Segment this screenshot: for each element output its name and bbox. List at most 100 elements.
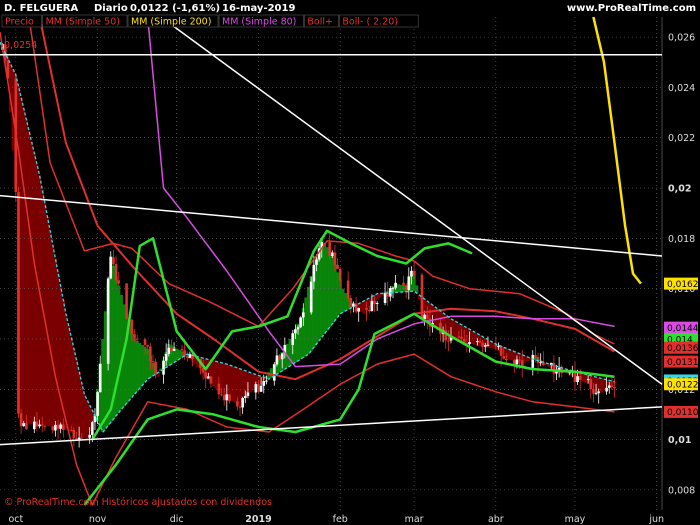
candle-body	[610, 385, 614, 388]
candle-body	[246, 392, 250, 396]
candle-body	[412, 270, 416, 275]
candle-body	[460, 336, 463, 339]
candle-body	[75, 438, 78, 440]
candle-body	[336, 264, 339, 269]
candle-body	[404, 285, 408, 290]
candle-body	[180, 348, 184, 351]
candle-body	[315, 259, 318, 265]
candle-body	[228, 394, 231, 402]
candle-body	[217, 383, 221, 395]
candle-body	[125, 283, 128, 319]
candle-body	[296, 327, 300, 330]
x-tick-label: 2019	[245, 514, 271, 525]
candle-body	[294, 329, 297, 334]
candle-body	[149, 346, 152, 362]
x-tick-label: feb	[333, 514, 348, 525]
candle-body	[59, 424, 62, 429]
candle-body	[32, 421, 36, 430]
candle-body	[589, 379, 593, 390]
candle-body	[143, 339, 147, 345]
candle-body	[505, 358, 508, 361]
legend-item-label: MM (Simple 200)	[131, 17, 211, 28]
candle-body	[520, 360, 524, 367]
candle-body	[40, 424, 44, 426]
candle-body	[594, 392, 598, 394]
indicator-legend[interactable]: Precio MM (Simple 50) MM (Simple 200) MM (S…	[1, 14, 419, 28]
candle-body	[515, 359, 519, 365]
y-tick-label: 0,018	[668, 234, 695, 245]
candle-body	[275, 355, 279, 365]
candle-body	[88, 434, 91, 438]
header-period: Diario	[94, 3, 128, 14]
candle-body	[278, 355, 281, 360]
candle-body	[481, 342, 484, 347]
candle-body	[19, 413, 23, 427]
candle-body	[478, 341, 482, 343]
candle-body	[96, 392, 99, 416]
candle-body	[613, 387, 616, 389]
x-tick-label: jun	[648, 514, 664, 525]
candle-body	[225, 394, 229, 401]
candle-body	[133, 334, 136, 339]
price-chart[interactable]: 0,0080,010,0120,0140,0160,0180,020,0220,…	[0, 0, 700, 525]
candle-body	[280, 353, 284, 360]
candle-body	[130, 319, 134, 335]
candle-body	[383, 292, 387, 303]
x-tick-label: mar	[405, 514, 424, 525]
candle-body	[457, 336, 461, 338]
candle-body	[106, 278, 110, 364]
candle-body	[483, 345, 487, 347]
candle-body	[373, 300, 376, 304]
candle-body	[365, 307, 368, 310]
y-tick-label: 0,01	[668, 435, 691, 446]
candle-body	[241, 397, 244, 408]
candle-body	[597, 391, 601, 393]
candle-body	[468, 342, 471, 345]
candle-body	[38, 424, 41, 427]
watermark: © ProRealTime.com Históricos ajustados c…	[4, 497, 272, 508]
candle-body	[56, 424, 60, 429]
chart-background	[0, 0, 700, 525]
legend-item-label: Boll- ( 2.20)	[342, 17, 398, 28]
candle-body	[259, 385, 263, 392]
candle-body	[299, 317, 302, 328]
x-tick-label: nov	[89, 514, 107, 525]
candle-body	[502, 355, 506, 359]
top-left-price-label: 0,0254	[4, 40, 37, 51]
price-tag-label: 0,0162	[667, 280, 699, 290]
candle-body	[112, 257, 115, 264]
candle-body	[331, 252, 334, 256]
legend-item-label: MM (Simple 80)	[222, 17, 296, 28]
candle-body	[333, 252, 337, 265]
candle-body	[167, 347, 171, 355]
candle-body	[578, 376, 582, 380]
candle-body	[162, 360, 165, 375]
candle-body	[354, 303, 358, 312]
candle-body	[486, 344, 490, 346]
candle-body	[204, 372, 208, 379]
candle-body	[170, 347, 173, 351]
candle-body	[238, 406, 242, 408]
x-tick-label: abr	[488, 514, 504, 525]
candle-body	[91, 422, 94, 435]
candle-body	[117, 280, 120, 284]
candle-body	[394, 282, 397, 288]
candle-body	[476, 341, 479, 343]
price-tag-label: 0,0144	[667, 324, 699, 334]
candle-body	[51, 426, 55, 431]
header-site[interactable]: www.ProRealTime.com	[567, 3, 696, 14]
candle-body	[291, 333, 295, 345]
candle-body	[346, 280, 350, 298]
candle-body	[185, 356, 189, 358]
legend-item-label: Boll+	[307, 17, 333, 28]
candle-body	[407, 276, 411, 290]
candle-body	[154, 361, 157, 375]
price-tag-label: 0,0136	[667, 344, 699, 354]
price-tag-label: 0,0110	[667, 408, 699, 418]
candle-body	[518, 359, 521, 361]
header-last-price: 0,0122 (-1,61%)	[130, 3, 220, 14]
candle-body	[391, 287, 395, 289]
header-date: 16-may-2019	[222, 3, 295, 14]
candle-body	[254, 384, 258, 393]
y-tick-label: 0,026	[668, 33, 695, 44]
